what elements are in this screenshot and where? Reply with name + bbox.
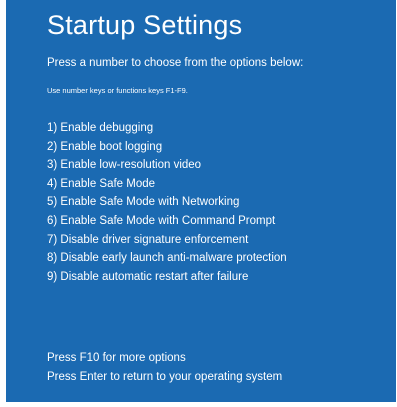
startup-options-list: 1) Enable debugging 2) Enable boot loggi…	[47, 119, 287, 286]
option-disable-early-launch-anti-malware[interactable]: 8) Disable early launch anti-malware pro…	[47, 249, 287, 268]
option-enable-safe-mode-command-prompt[interactable]: 6) Enable Safe Mode with Command Prompt	[47, 212, 287, 231]
startup-settings-panel: Startup Settings Press a number to choos…	[6, 0, 396, 402]
option-enable-boot-logging[interactable]: 2) Enable boot logging	[47, 138, 287, 157]
option-enable-safe-mode-networking[interactable]: 5) Enable Safe Mode with Networking	[47, 193, 287, 212]
return-to-os-prompt[interactable]: Press Enter to return to your operating …	[47, 368, 282, 387]
instruction-text: Press a number to choose from the option…	[47, 57, 304, 69]
option-enable-low-resolution-video[interactable]: 3) Enable low-resolution video	[47, 156, 287, 175]
option-disable-automatic-restart[interactable]: 9) Disable automatic restart after failu…	[47, 268, 287, 287]
option-enable-safe-mode[interactable]: 4) Enable Safe Mode	[47, 175, 287, 194]
option-enable-debugging[interactable]: 1) Enable debugging	[47, 119, 287, 138]
key-hint-text: Use number keys or functions keys F1-F9.	[47, 86, 188, 95]
more-options-prompt[interactable]: Press F10 for more options	[47, 349, 282, 368]
page-title: Startup Settings	[47, 10, 243, 40]
option-disable-driver-signature-enforcement[interactable]: 7) Disable driver signature enforcement	[47, 231, 287, 250]
footer: Press F10 for more options Press Enter t…	[47, 349, 282, 387]
startup-settings-screen: Startup Settings Press a number to choos…	[0, 0, 397, 407]
